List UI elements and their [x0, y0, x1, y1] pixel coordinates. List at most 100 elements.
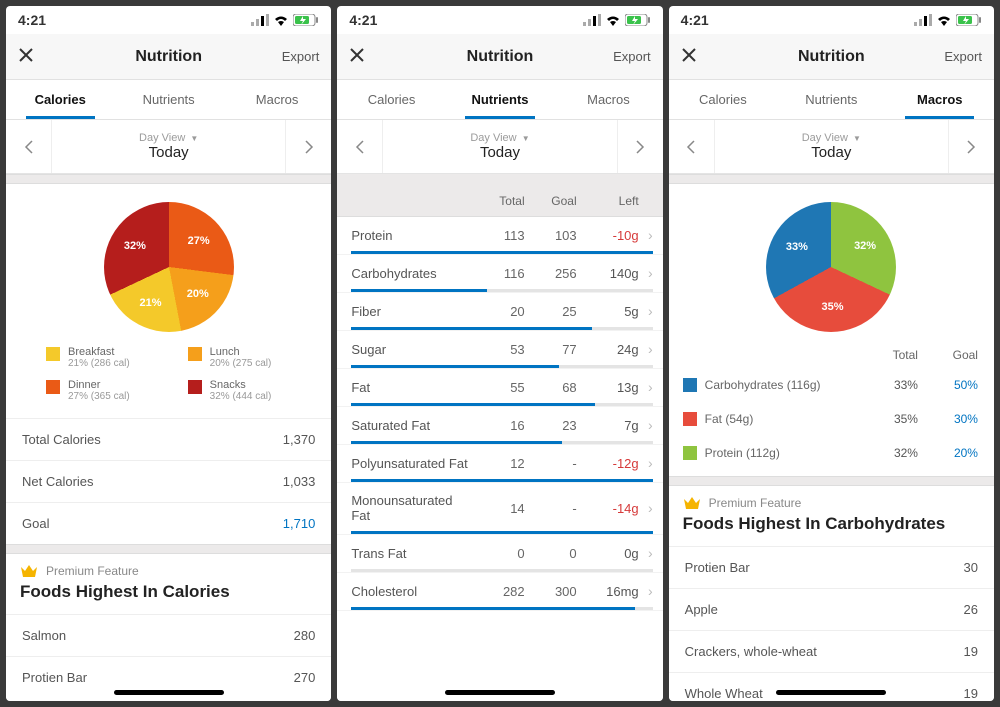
- nutrient-left: 16mg: [577, 584, 639, 599]
- nutrient-row[interactable]: Sugar 53 77 24g ›: [337, 331, 662, 369]
- pie-slice-label: 33%: [786, 241, 808, 253]
- tab-calories[interactable]: Calories: [6, 80, 114, 119]
- macro-row: Protein (112g) 32% 20%: [669, 436, 994, 470]
- summary-label: Net Calories: [22, 474, 94, 489]
- date-prev[interactable]: [337, 120, 383, 173]
- highest-calories-list: Salmon 280Protien Bar 270: [6, 614, 331, 698]
- date-center[interactable]: Day View ▼ Today: [383, 132, 616, 161]
- food-name: Apple: [685, 602, 718, 617]
- date-center[interactable]: Day View ▼ Today: [52, 132, 285, 161]
- nutrient-left: 5g: [577, 304, 639, 319]
- date-label: Today: [383, 144, 616, 161]
- chevron-left-icon: [686, 140, 696, 154]
- tab-nutrients[interactable]: Nutrients: [777, 80, 885, 119]
- battery-icon: [293, 14, 319, 26]
- tab-macros[interactable]: Macros: [223, 80, 331, 119]
- date-nav: Day View ▼ Today: [337, 120, 662, 174]
- tab-calories[interactable]: Calories: [337, 80, 445, 119]
- pie-slice-label: 20%: [187, 288, 209, 300]
- date-next[interactable]: [285, 120, 331, 173]
- food-row[interactable]: Whole Wheat 19: [669, 672, 994, 701]
- summary-value: 1,710: [283, 516, 316, 531]
- caret-down-icon: ▼: [853, 134, 861, 143]
- summary-value: 1,370: [283, 432, 316, 447]
- nutrient-goal: 103: [525, 228, 577, 243]
- nutrient-name: Protein: [351, 228, 472, 243]
- export-button[interactable]: Export: [265, 49, 319, 64]
- nutrient-name: Fat: [351, 380, 472, 395]
- spacer: [669, 476, 994, 486]
- col-goal: Goal: [525, 194, 577, 208]
- nutrient-total: 116: [473, 266, 525, 281]
- calories-pie-wrap: 27%20%21%32%: [6, 184, 331, 342]
- food-row[interactable]: Salmon 280: [6, 614, 331, 656]
- nutrient-goal: 256: [525, 266, 577, 281]
- highest-carbs-title: Foods Highest In Carbohydrates: [669, 512, 994, 546]
- pie-slice-label: 32%: [124, 240, 146, 252]
- tab-macros[interactable]: Macros: [886, 80, 994, 119]
- food-row[interactable]: Crackers, whole-wheat 19: [669, 630, 994, 672]
- close-button[interactable]: [681, 47, 735, 66]
- date-center[interactable]: Day View ▼ Today: [715, 132, 948, 161]
- macros-pie-chart: 32%35%33%: [766, 202, 896, 332]
- nutrient-row[interactable]: Cholesterol 282 300 16mg ›: [337, 573, 662, 611]
- legend-sub: 27% (365 cal): [68, 391, 130, 402]
- tab-calories[interactable]: Calories: [669, 80, 777, 119]
- spacer: [6, 544, 331, 554]
- nutrient-row[interactable]: Saturated Fat 16 23 7g ›: [337, 407, 662, 445]
- export-button[interactable]: Export: [928, 49, 982, 64]
- nutrient-row[interactable]: Monounsaturated Fat 14 - -14g ›: [337, 483, 662, 535]
- nutrient-row[interactable]: Trans Fat 0 0 0g ›: [337, 535, 662, 573]
- nutrient-left: -14g: [577, 501, 639, 516]
- nutrient-name: Fiber: [351, 304, 472, 319]
- crown-icon: [20, 564, 38, 578]
- food-value: 26: [964, 602, 978, 617]
- pie-slice-label: 21%: [139, 297, 161, 309]
- food-value: 280: [294, 628, 316, 643]
- macros-table-head: Total Goal: [669, 342, 994, 368]
- food-row[interactable]: Protien Bar 30: [669, 546, 994, 588]
- phone-calories: 4:21 Nutrition Export Calories Nutrients…: [6, 6, 331, 701]
- nutrient-row[interactable]: Fiber 20 25 5g ›: [337, 293, 662, 331]
- date-next[interactable]: [617, 120, 663, 173]
- home-indicator[interactable]: [445, 690, 555, 695]
- legend-name: Lunch: [210, 346, 272, 358]
- close-button[interactable]: [18, 47, 72, 66]
- header: Nutrition Export: [337, 34, 662, 80]
- date-prev[interactable]: [669, 120, 715, 173]
- nutrient-row[interactable]: Fat 55 68 13g ›: [337, 369, 662, 407]
- date-prev[interactable]: [6, 120, 52, 173]
- date-mode: Day View ▼: [383, 132, 616, 144]
- export-button[interactable]: Export: [597, 49, 651, 64]
- tab-nutrients[interactable]: Nutrients: [446, 80, 554, 119]
- wifi-icon: [605, 14, 621, 26]
- nutrient-bar: [351, 569, 652, 572]
- macro-goal: 30%: [918, 412, 978, 426]
- nutrient-row[interactable]: Carbohydrates 116 256 140g ›: [337, 255, 662, 293]
- nutrient-total: 16: [473, 418, 525, 433]
- nutrient-bar: [351, 365, 652, 368]
- close-button[interactable]: [349, 47, 403, 66]
- food-name: Crackers, whole-wheat: [685, 644, 817, 659]
- summary-label: Total Calories: [22, 432, 101, 447]
- nutrient-row[interactable]: Polyunsaturated Fat 12 - -12g ›: [337, 445, 662, 483]
- macros-pie-wrap: 32%35%33%: [669, 184, 994, 342]
- legend-name: Dinner: [68, 379, 130, 391]
- tab-macros[interactable]: Macros: [554, 80, 662, 119]
- food-row[interactable]: Apple 26: [669, 588, 994, 630]
- nutrient-bar: [351, 479, 652, 482]
- macro-goal: 50%: [918, 378, 978, 392]
- nutrient-goal: 23: [525, 418, 577, 433]
- tabs: Calories Nutrients Macros: [669, 80, 994, 120]
- tab-nutrients[interactable]: Nutrients: [114, 80, 222, 119]
- home-indicator[interactable]: [776, 690, 886, 695]
- home-indicator[interactable]: [114, 690, 224, 695]
- nutrient-total: 53: [473, 342, 525, 357]
- highest-carbs-list: Protien Bar 30Apple 26Crackers, whole-wh…: [669, 546, 994, 701]
- nutrient-goal: 68: [525, 380, 577, 395]
- nutrient-row[interactable]: Protein 113 103 -10g ›: [337, 217, 662, 255]
- date-next[interactable]: [948, 120, 994, 173]
- date-nav: Day View ▼ Today: [669, 120, 994, 174]
- battery-icon: [956, 14, 982, 26]
- phone-macros: 4:21 Nutrition Export Calories Nutrients…: [669, 6, 994, 701]
